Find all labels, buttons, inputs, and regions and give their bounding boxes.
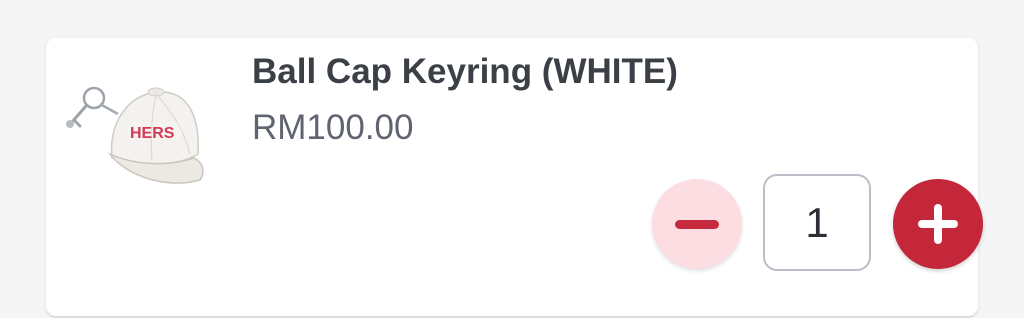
increase-quantity-button[interactable] — [893, 179, 983, 269]
cap-logo-text: HERS — [130, 125, 175, 142]
minus-icon — [675, 220, 719, 229]
product-name: Ball Cap Keyring (WHITE) — [252, 52, 678, 91]
cap-keyring-image: HERS — [66, 86, 204, 184]
plus-icon-vertical — [934, 204, 942, 244]
product-price: RM100.00 — [252, 108, 414, 147]
decrease-quantity-button[interactable] — [652, 179, 742, 269]
product-image: HERS — [60, 62, 210, 192]
quantity-stepper: 1 — [650, 174, 985, 274]
quantity-input[interactable]: 1 — [763, 174, 871, 271]
